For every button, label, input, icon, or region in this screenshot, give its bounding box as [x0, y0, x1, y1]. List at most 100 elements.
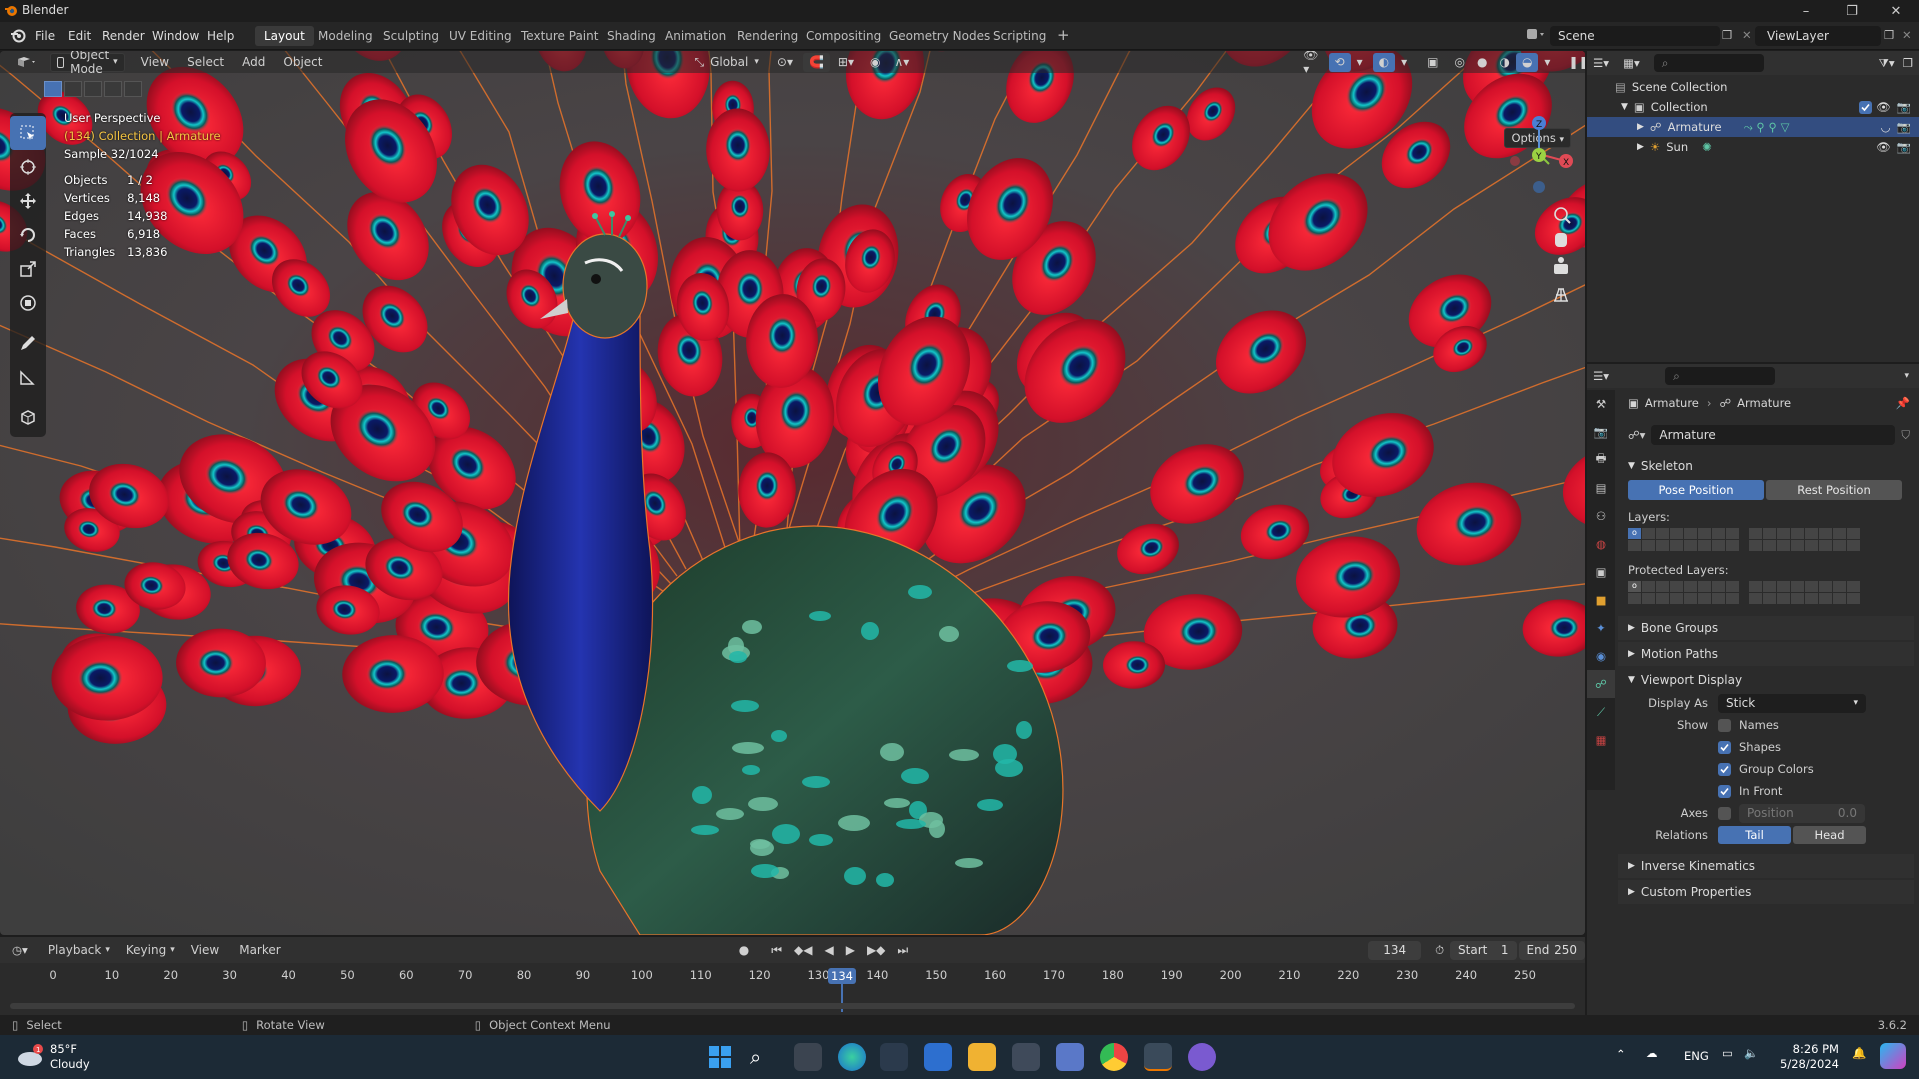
outliner-item-armature[interactable]: ▶ ☍ Armature ⤳ ⚲ ⚲ ▽ ◡ 📷 — [1587, 117, 1919, 137]
layer-cell[interactable] — [1698, 540, 1711, 551]
position-field[interactable]: Position 0.0 — [1739, 803, 1865, 823]
layer-cell[interactable] — [1749, 581, 1762, 592]
scene-field[interactable]: Scene — [1550, 26, 1720, 46]
pose-position-button[interactable]: Pose Position — [1628, 480, 1764, 500]
new-scene-icon[interactable]: ❐ — [1722, 28, 1732, 42]
menu-file[interactable]: File — [28, 27, 62, 45]
fake-user-icon[interactable]: ⛉ — [1901, 428, 1910, 443]
eye-icon[interactable]: 👁 — [1876, 140, 1891, 154]
layer-cell[interactable] — [1791, 528, 1804, 539]
select-box-tool-icon[interactable] — [10, 116, 46, 150]
layer-cell[interactable] — [1791, 581, 1804, 592]
solid-shading-icon[interactable]: ● — [1471, 53, 1493, 72]
panel-viewport-display[interactable]: ▼ Viewport Display — [1618, 668, 1914, 692]
delete-scene-icon[interactable]: ✕ — [1742, 28, 1752, 42]
layer-cell[interactable] — [1698, 581, 1711, 592]
bone-layers-grid[interactable]: o — [1618, 528, 1914, 551]
weather-widget[interactable]: 85°F Cloudy — [50, 1042, 90, 1072]
armature-data-icon[interactable]: ☍▾ — [1628, 428, 1645, 442]
pin-icon[interactable]: 📌 — [1896, 396, 1910, 410]
layer-cell[interactable] — [1749, 528, 1762, 539]
end-frame-field[interactable]: End 250 — [1518, 940, 1586, 960]
panel-motion-paths[interactable]: ▶ Motion Paths — [1618, 642, 1914, 666]
minimize-icon[interactable]: – — [1783, 0, 1829, 22]
tool-tab-icon[interactable]: ⚒ — [1587, 390, 1615, 418]
relations-head-button[interactable]: Head — [1793, 826, 1866, 844]
layer-cell[interactable] — [1642, 581, 1655, 592]
object-tab-icon[interactable]: ■ — [1587, 586, 1615, 614]
collection-tab-icon[interactable]: ▣ — [1587, 558, 1615, 586]
app-icon[interactable] — [1012, 1043, 1040, 1071]
select-new-icon[interactable] — [44, 81, 62, 97]
layer-cell[interactable] — [1684, 540, 1697, 551]
menu-help[interactable]: Help — [200, 27, 241, 45]
select-extend-icon[interactable] — [64, 81, 82, 97]
panel-bone-groups[interactable]: ▶ Bone Groups — [1618, 616, 1914, 640]
tab-sculpting[interactable]: Sculpting — [374, 26, 448, 46]
blender-menu-icon[interactable] — [10, 28, 26, 44]
transform-tool-icon[interactable] — [10, 286, 46, 320]
task-view-icon[interactable] — [794, 1043, 822, 1071]
cursor-tool-icon[interactable] — [10, 150, 46, 184]
transform-orientation-dropdown[interactable]: ⤡ Global ▾ — [688, 53, 764, 72]
file-explorer-icon[interactable] — [968, 1043, 996, 1071]
layer-cell[interactable] — [1749, 593, 1762, 604]
panel-skeleton[interactable]: ▼ Skeleton — [1618, 454, 1914, 478]
editor-type-icon[interactable] — [10, 53, 42, 72]
armature-data-tab-icon[interactable]: ☍ — [1587, 670, 1615, 698]
scene-icon[interactable] — [1525, 26, 1547, 44]
layer-cell[interactable] — [1726, 593, 1739, 604]
display-as-dropdown[interactable]: Stick ▾ — [1718, 693, 1866, 713]
layer-cell[interactable] — [1628, 593, 1641, 604]
rest-position-button[interactable]: Rest Position — [1766, 480, 1902, 500]
store-icon[interactable] — [924, 1043, 952, 1071]
select-intersect-icon[interactable] — [124, 81, 142, 97]
edge-browser-icon[interactable] — [838, 1043, 866, 1071]
menu-timeline-view[interactable]: View — [185, 941, 225, 960]
ortho-grid-icon[interactable] — [1554, 288, 1568, 302]
expand-icon[interactable]: ▼ — [1621, 102, 1628, 112]
expand-icon[interactable]: ▶ — [1637, 122, 1644, 132]
layer-cell[interactable] — [1833, 593, 1846, 604]
overlay-toggle-icon[interactable]: ◐ — [1372, 52, 1396, 72]
layer-cell[interactable] — [1847, 540, 1860, 551]
axes-checkbox[interactable] — [1718, 806, 1731, 820]
layer-cell[interactable] — [1684, 593, 1697, 604]
play-icon[interactable]: ▶ — [840, 941, 861, 960]
move-tool-icon[interactable] — [10, 184, 46, 218]
new-collection-icon[interactable]: ❐ — [1903, 56, 1913, 70]
outliner-scene-collection[interactable]: ▤ Scene Collection — [1587, 77, 1919, 97]
layer-cell[interactable] — [1805, 540, 1818, 551]
menu-window[interactable]: Window — [145, 27, 206, 45]
layer-cell[interactable] — [1684, 581, 1697, 592]
layer-cell[interactable]: o — [1628, 528, 1641, 539]
menu-edit[interactable]: Edit — [61, 27, 98, 45]
properties-editor-icon[interactable]: ☰▾ — [1593, 369, 1609, 383]
display-mode-icon[interactable]: ▦▾ — [1623, 56, 1640, 70]
tab-shading[interactable]: Shading — [598, 26, 665, 46]
add-cube-tool-icon[interactable] — [10, 400, 46, 434]
layer-cell[interactable] — [1670, 540, 1683, 551]
falloff-icon[interactable]: ∧▾ — [888, 53, 915, 72]
bone-tab-icon[interactable]: ⟋ — [1587, 698, 1615, 726]
pivot-icon[interactable]: ⊙▾ — [771, 53, 799, 72]
select-invert-icon[interactable] — [104, 81, 122, 97]
scene-tab-icon[interactable]: ⚇ — [1587, 502, 1615, 530]
volume-icon[interactable]: 🔈 — [1744, 1046, 1758, 1060]
relations-tail-button[interactable]: Tail — [1718, 826, 1791, 844]
tab-rendering[interactable]: Rendering — [728, 26, 807, 46]
layer-cell[interactable] — [1684, 528, 1697, 539]
shading-dropdown-icon[interactable]: ▾ — [1538, 53, 1556, 72]
onedrive-icon[interactable]: ☁ — [1646, 1046, 1658, 1060]
layer-cell[interactable] — [1656, 528, 1669, 539]
layer-cell[interactable] — [1847, 581, 1860, 592]
layer-cell[interactable] — [1670, 581, 1683, 592]
timeline-editor-icon[interactable]: ◷▾ — [12, 943, 28, 957]
viewlayer-field[interactable]: ViewLayer — [1755, 26, 1881, 46]
properties-search-input[interactable]: ⌕ — [1665, 367, 1776, 385]
jump-end-icon[interactable]: ⏭ — [891, 941, 914, 960]
layer-cell[interactable] — [1833, 528, 1846, 539]
eye-closed-icon[interactable]: ◡ — [1881, 120, 1891, 134]
notifications-icon[interactable]: 🔔 — [1852, 1046, 1866, 1060]
maximize-icon[interactable]: ❐ — [1829, 0, 1875, 22]
